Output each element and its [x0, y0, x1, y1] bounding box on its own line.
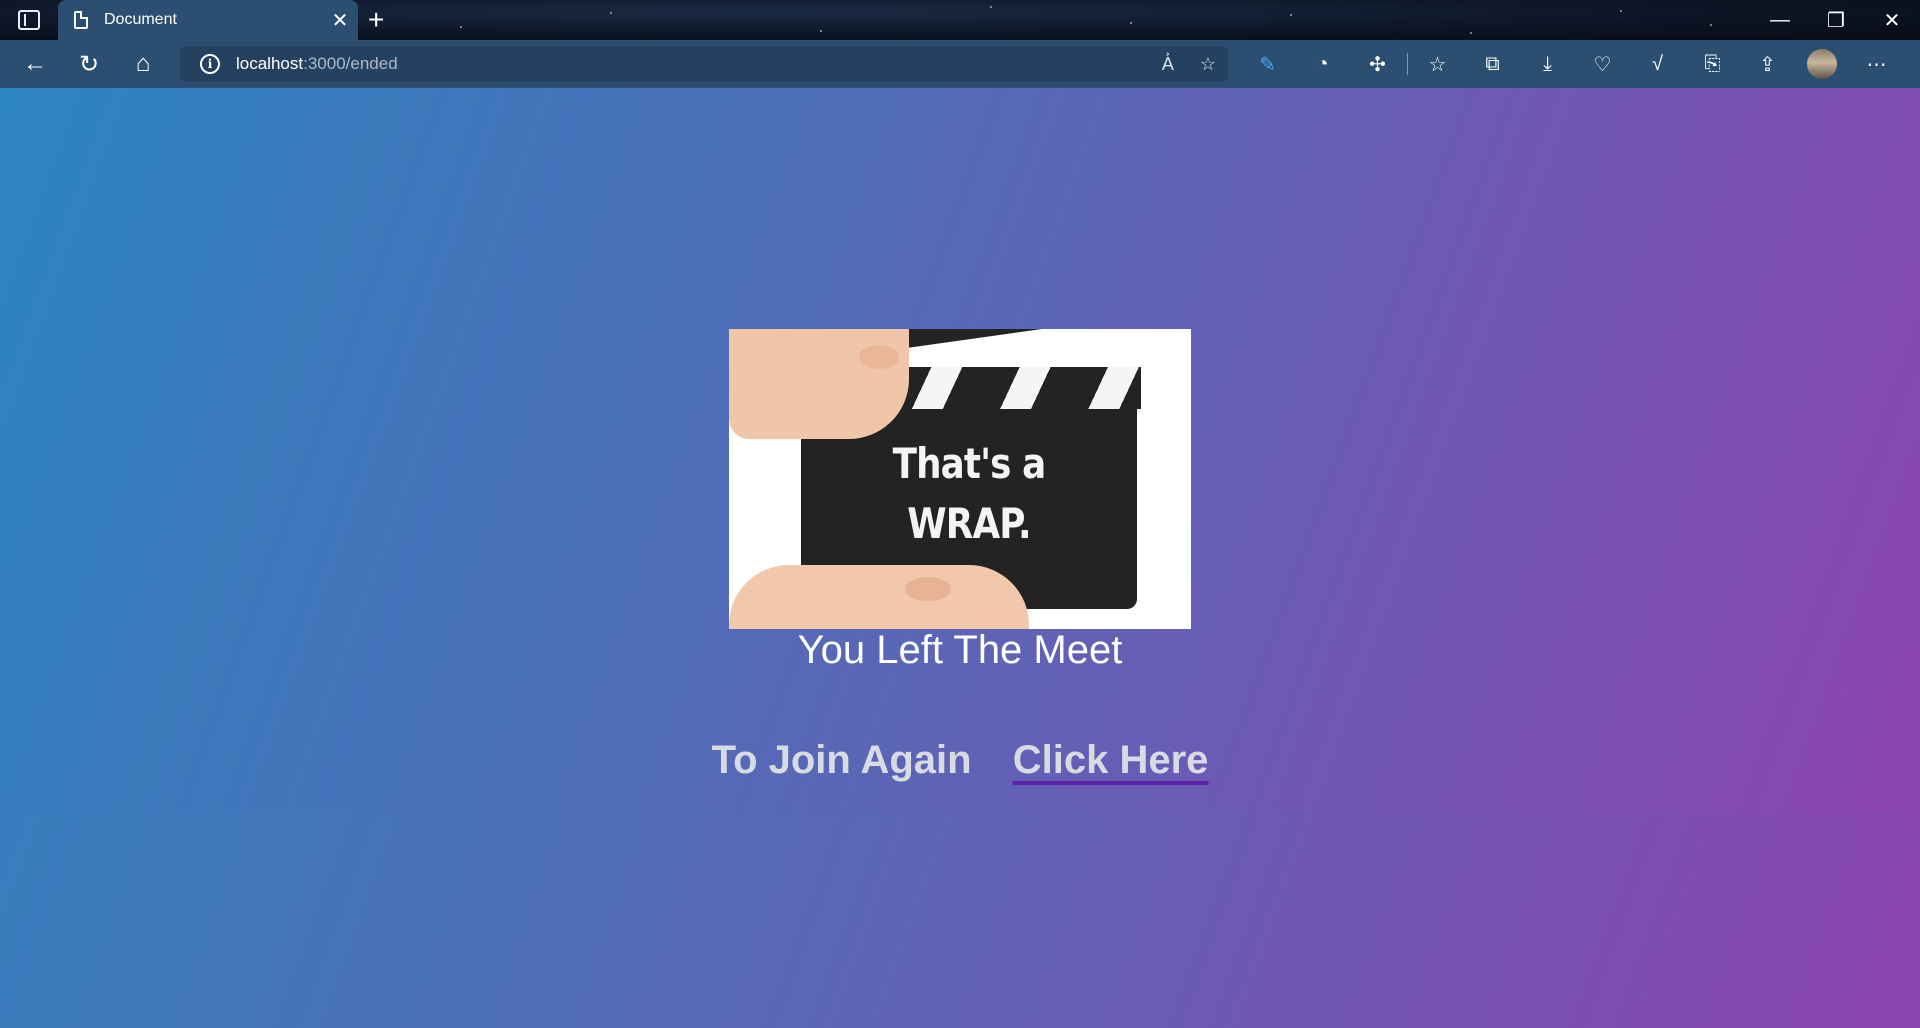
clapper-line-2: WRAP. [907, 499, 1031, 548]
read-aloud-icon[interactable]: A͐ [1162, 54, 1174, 75]
minimize-button[interactable]: — [1752, 0, 1808, 40]
home-button[interactable]: ⌂ [116, 40, 170, 88]
new-tab-button[interactable]: + [368, 4, 384, 36]
rejoin-link[interactable]: Click Here [1013, 738, 1209, 782]
restore-button[interactable]: ❐ [1808, 0, 1864, 40]
profile-avatar[interactable] [1807, 49, 1837, 79]
thats-a-wrap-image: That's a WRAP. [729, 329, 1191, 629]
browser-essentials-icon[interactable]: ♡ [1575, 40, 1630, 88]
favorites-icon[interactable]: ☆ [1410, 40, 1465, 88]
math-solver-icon[interactable]: √ [1630, 40, 1685, 88]
clapperboard-text: That's a WRAP. [826, 434, 1112, 554]
info-icon[interactable]: i [200, 54, 220, 74]
address-bar[interactable]: i localhost :3000/ended A͐ ☆ [180, 46, 1228, 82]
downloads-icon[interactable]: ⤓ [1520, 40, 1575, 88]
collections-icon[interactable]: ⧉ [1465, 40, 1520, 88]
more-menu-icon[interactable]: ⋯ [1849, 40, 1904, 88]
extension-icon[interactable]: ◔ [1295, 40, 1350, 88]
left-meeting-heading: You Left The Meet [797, 628, 1123, 672]
web-capture-icon[interactable]: ⎘ [1685, 40, 1740, 88]
browser-titlebar: Document ✕ + — ❐ ✕ [0, 0, 1920, 40]
sidebar-toggle-icon[interactable] [18, 10, 40, 30]
extensions-bar: ✎ ◔ ✣ ☆ ⧉ ⤓ ♡ √ ⎘ ⇪ ⋯ [1240, 40, 1904, 88]
close-tab-icon[interactable]: ✕ [322, 8, 358, 33]
page-viewport: That's a WRAP. You Left The Meet To Join… [0, 88, 1920, 1028]
home-icon: ⌂ [135, 50, 151, 77]
browser-toolbar: ← ↻ ⌂ i localhost :3000/ended A͐ ☆ ✎ ◔ ✣… [0, 40, 1920, 88]
address-bar-actions: A͐ ☆ [1162, 46, 1216, 82]
url-path: :3000/ended [303, 54, 398, 73]
add-favorite-icon[interactable]: ☆ [1200, 54, 1216, 75]
back-button[interactable]: ← [8, 40, 62, 88]
share-icon[interactable]: ⇪ [1740, 40, 1795, 88]
rejoin-text: To Join Again [711, 738, 972, 782]
lower-hand [729, 565, 1029, 629]
extensions-puzzle-icon[interactable]: ✣ [1350, 40, 1405, 88]
arrow-left-icon: ← [23, 50, 47, 77]
upper-hand [729, 329, 909, 439]
toolbar-divider [1407, 53, 1408, 75]
pen-extension-icon[interactable]: ✎ [1240, 40, 1295, 88]
clapper-line-1: That's a [892, 439, 1047, 488]
refresh-icon: ↻ [78, 50, 100, 78]
tab-title: Document [104, 11, 177, 28]
ended-page-content: That's a WRAP. You Left The Meet To Join… [0, 88, 1920, 812]
close-window-button[interactable]: ✕ [1864, 0, 1920, 40]
rejoin-row: To Join Again Click Here [0, 738, 1920, 783]
refresh-button[interactable]: ↻ [62, 40, 116, 88]
browser-tab[interactable]: Document ✕ [58, 0, 358, 40]
document-icon [74, 11, 88, 29]
window-controls: — ❐ ✕ [1752, 0, 1920, 40]
url-host: localhost [236, 54, 304, 73]
